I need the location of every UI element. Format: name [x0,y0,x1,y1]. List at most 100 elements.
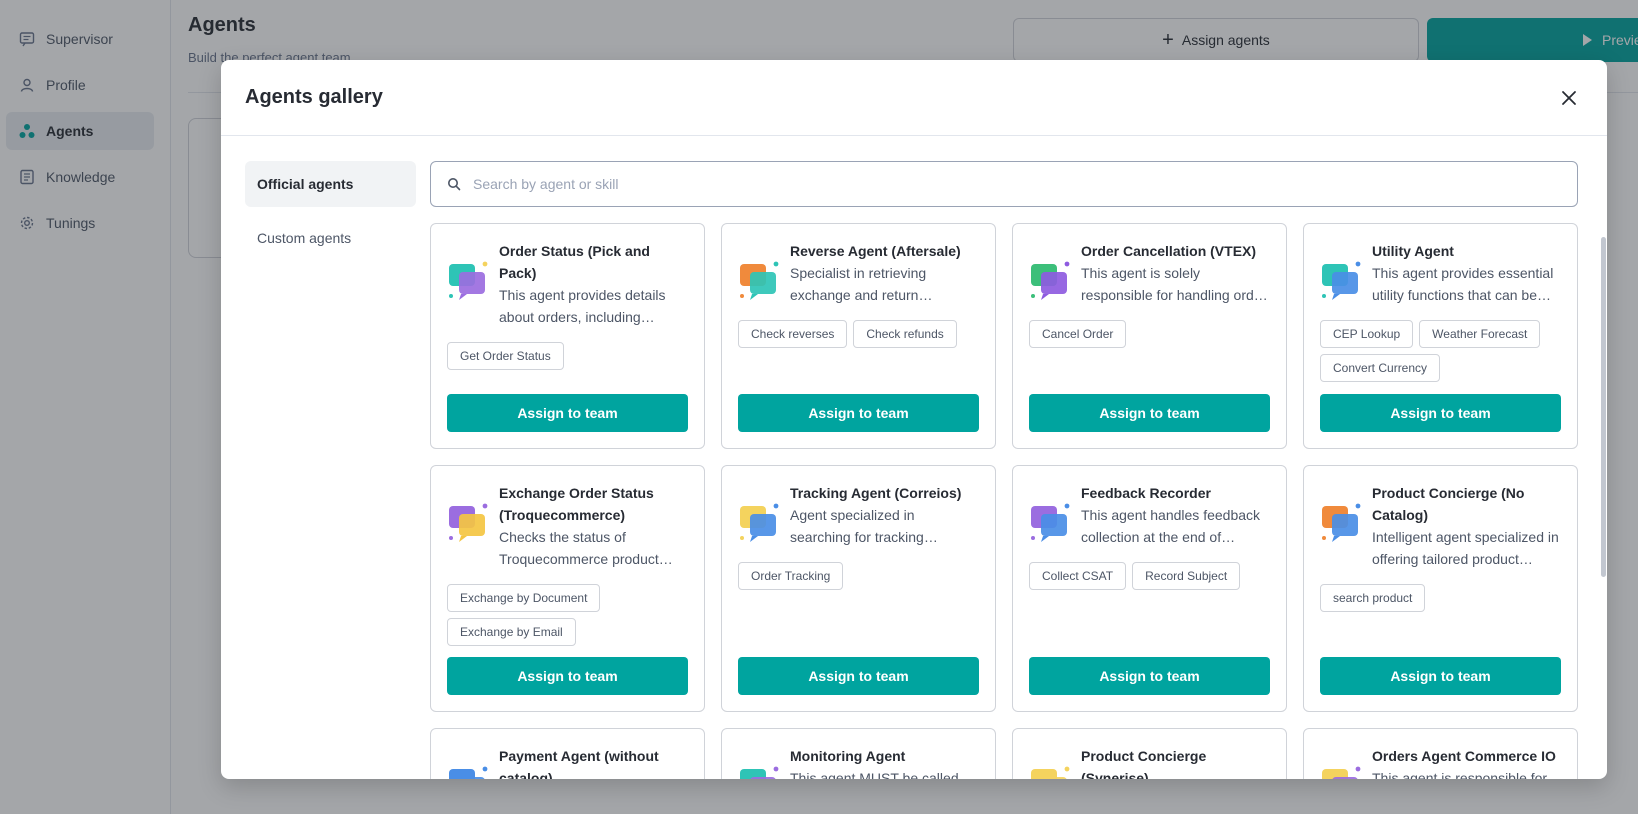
agent-card: Reverse Agent (Aftersale) Specialist in r… [721,223,996,449]
agent-skills: search product [1320,584,1561,612]
agent-card-header: Tracking Agent (Correios) Agent specializ… [738,482,979,548]
agent-card: Exchange Order Status (Troquecommerce) Ch… [430,465,705,712]
agent-description: Specialist in retrieving exchange and re… [790,265,927,303]
agent-card-header: Order Status (Pick and Pack) This agent p… [447,240,688,328]
agent-avatar-icon [1029,500,1073,544]
agent-name: Orders Agent Commerce IO [1372,748,1556,764]
agent-card: Utility Agent This agent provides essenti… [1303,223,1578,449]
agent-card-header: Product Concierge (No Catalog) Intelligen… [1320,482,1561,570]
agent-card: Tracking Agent (Correios) Agent specializ… [721,465,996,712]
agent-name: Feedback Recorder [1081,485,1211,501]
agent-description: Intelligent agent specialized in offerin… [1372,529,1559,567]
agent-name: Tracking Agent (Correios) [790,485,962,501]
agent-avatar-icon [447,258,491,302]
agent-card-header: Feedback Recorder This agent handles feed… [1029,482,1270,548]
agent-card-text: Tracking Agent (Correios) Agent specializ… [790,482,979,548]
skill-tag: Get Order Status [447,342,564,370]
skill-tag: Weather Forecast [1419,320,1541,348]
assign-to-team-button[interactable]: Assign to team [1320,394,1561,432]
agent-avatar-icon [447,500,491,544]
tab-custom-agents[interactable]: Custom agents [245,215,416,261]
gallery-tabs: Official agents Custom agents [245,161,416,269]
agent-card-text: Orders Agent Commerce IO This agent is re… [1372,745,1561,779]
assign-to-team-button[interactable]: Assign to team [447,657,688,695]
agent-card-text: Utility Agent This agent provides essenti… [1372,240,1561,306]
agent-name: Order Cancellation (VTEX) [1081,243,1257,259]
agent-card-header: Monitoring Agent This agent MUST be calle… [738,745,979,779]
skill-tag: Order Tracking [738,562,844,590]
assign-to-team-button[interactable]: Assign to team [1029,657,1270,695]
skill-tag: CEP Lookup [1320,320,1414,348]
assign-to-team-button[interactable]: Assign to team [738,657,979,695]
agent-card-header: Reverse Agent (Aftersale) Specialist in r… [738,240,979,306]
agent-card: Order Status (Pick and Pack) This agent p… [430,223,705,449]
agent-name: Monitoring Agent [790,748,906,764]
agent-card-text: Product Concierge (No Catalog) Intelligen… [1372,482,1561,570]
gallery-content: Order Status (Pick and Pack) This agent p… [430,161,1591,779]
skill-tag: Convert Currency [1320,354,1441,382]
agent-skills: CEP Lookup Weather Forecast Convert Curren… [1320,320,1561,382]
assign-to-team-button[interactable]: Assign to team [447,394,688,432]
agent-name: Payment Agent (without catalog) [499,748,659,779]
agent-card-header: Orders Agent Commerce IO This agent is re… [1320,745,1561,779]
agent-avatar-icon [1320,763,1364,779]
agent-avatar-icon [1029,258,1073,302]
agent-name: Order Status (Pick and Pack) [499,243,650,281]
agent-name: Product Concierge (No Catalog) [1372,485,1525,523]
agent-description: Checks the status of Troquecommerce prod… [499,529,659,567]
agent-card: Order Cancellation (VTEX) This agent is s… [1012,223,1287,449]
assign-to-team-button[interactable]: Assign to team [1029,394,1270,432]
agent-description: This agent provides essential utility fu… [1372,265,1554,303]
skill-tag: Check reverses [738,320,848,348]
agent-name: Exchange Order Status (Troquecommerce) [499,485,654,523]
agent-description: This agent provides details about orders… [499,287,666,325]
skill-tag: Record Subject [1132,562,1241,590]
search-box[interactable] [430,161,1578,207]
agent-card: Product Concierge (No Catalog) Intelligen… [1303,465,1578,712]
assign-to-team-button[interactable]: Assign to team [1320,657,1561,695]
agent-description: This agent MUST be called [790,770,959,779]
scrollbar[interactable] [1601,237,1606,577]
agent-skills: Order Tracking [738,562,979,590]
agent-description: This agent is responsible for [1372,770,1548,779]
close-button[interactable] [1555,84,1583,112]
tab-official-agents[interactable]: Official agents [245,161,416,207]
agent-skills: Cancel Order [1029,320,1270,348]
agent-description: Agent specialized in searching for track… [790,507,924,545]
agent-avatar-icon [738,258,782,302]
agent-card-header: Order Cancellation (VTEX) This agent is s… [1029,240,1270,306]
modal-header: Agents gallery [221,60,1607,136]
agent-card-text: Feedback Recorder This agent handles feed… [1081,482,1270,548]
agent-card: Monitoring Agent This agent MUST be calle… [721,728,996,779]
agent-skills: Get Order Status [447,342,688,370]
agent-card: Orders Agent Commerce IO This agent is re… [1303,728,1578,779]
modal-body: Official agents Custom agents Order Stat… [221,137,1607,779]
agent-card-text: Exchange Order Status (Troquecommerce) Ch… [499,482,688,570]
skill-tag: Exchange by Email [447,618,576,646]
modal-title: Agents gallery [245,86,383,108]
agent-name: Utility Agent [1372,243,1454,259]
agent-skills: Collect CSAT Record Subject [1029,562,1270,590]
agent-avatar-icon [738,500,782,544]
agent-card: Feedback Recorder This agent handles feed… [1012,465,1287,712]
skill-tag: Cancel Order [1029,320,1127,348]
assign-to-team-button[interactable]: Assign to team [738,394,979,432]
agents-gallery-modal: Agents gallery Official agents Custom ag… [221,60,1607,779]
agent-avatar-icon [1320,500,1364,544]
agent-card-text: Order Status (Pick and Pack) This agent p… [499,240,688,328]
skill-tag: Collect CSAT [1029,562,1127,590]
search-input[interactable] [473,176,1533,192]
agent-skills: Check reverses Check refunds [738,320,979,348]
agent-avatar-icon [738,763,782,779]
agent-card-header: Exchange Order Status (Troquecommerce) Ch… [447,482,688,570]
agent-skills: Exchange by Document Exchange by Email [447,584,688,646]
agent-card-header: Payment Agent (without catalog) [447,745,688,779]
